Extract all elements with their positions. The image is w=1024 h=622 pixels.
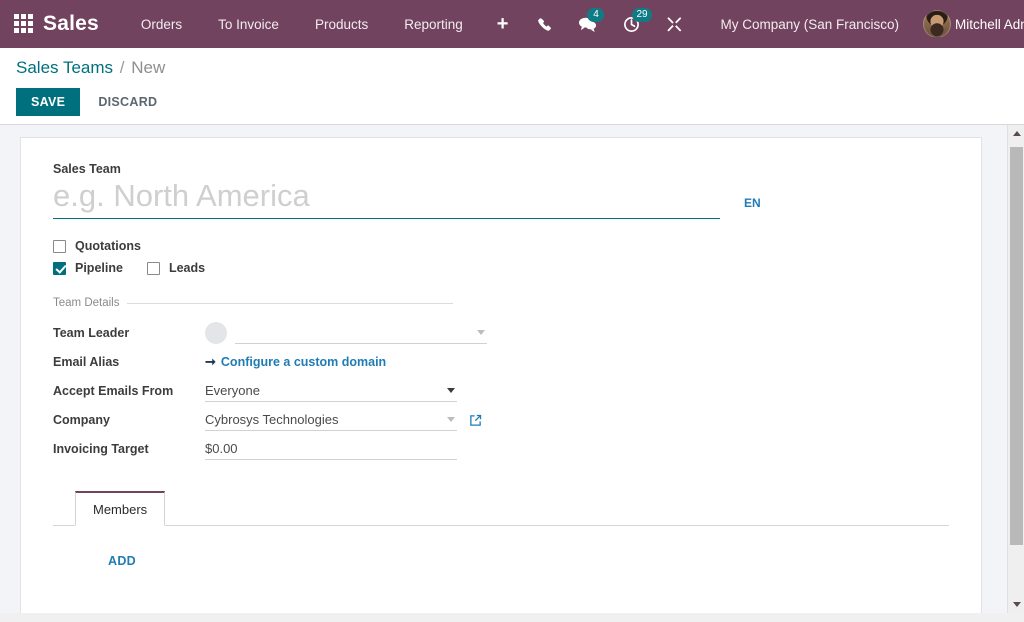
form-action-buttons: SAVE DISCARD	[16, 88, 1008, 116]
main-menu: Orders To Invoice Products Reporting +	[123, 14, 525, 34]
user-menu[interactable]: Mitchell Admin	[915, 10, 1024, 38]
team-leader-field	[205, 322, 487, 344]
messaging-icon[interactable]: 4	[565, 0, 610, 48]
configure-custom-domain-link[interactable]: ➞ Configure a custom domain	[205, 354, 386, 370]
section-divider	[127, 303, 453, 304]
members-tab-panel: ADD	[53, 526, 949, 570]
control-panel: Sales Teams / New SAVE DISCARD	[0, 48, 1024, 125]
breadcrumb-current: New	[131, 58, 165, 77]
notebook-tabs: Members	[53, 491, 949, 526]
configure-custom-domain-label: Configure a custom domain	[221, 355, 386, 369]
team-leader-input[interactable]	[235, 325, 487, 340]
chevron-down-icon[interactable]	[477, 330, 485, 335]
app-brand-sales[interactable]: Sales	[43, 12, 99, 36]
invoicing-target-input[interactable]: $0.00	[205, 438, 457, 460]
title-row: EN	[53, 178, 949, 219]
sales-team-label: Sales Team	[53, 162, 949, 176]
row-company: Company Cybrosys Technologies	[53, 406, 949, 434]
messaging-badge: 4	[587, 8, 604, 22]
tab-members[interactable]: Members	[75, 491, 165, 526]
menu-item-to-invoice[interactable]: To Invoice	[200, 17, 297, 32]
company-label: Company	[53, 413, 205, 427]
activities-icon[interactable]: 29	[610, 0, 653, 48]
row-accept-emails-from: Accept Emails From Everyone	[53, 377, 949, 405]
user-name-label: Mitchell Admin	[955, 17, 1024, 32]
leads-label[interactable]: Leads	[169, 261, 205, 275]
checkbox-row-quotations: Quotations	[53, 239, 949, 253]
scroll-down-arrow-icon[interactable]	[1008, 596, 1024, 613]
company-m2o[interactable]: Cybrosys Technologies	[205, 409, 457, 431]
team-details-rows: Team Leader Email Alias ➞ Configure a cu…	[53, 319, 949, 463]
notebook: Members ADD	[53, 491, 949, 570]
phone-icon[interactable]	[524, 0, 565, 48]
external-link-icon[interactable]	[469, 414, 482, 427]
team-leader-label: Team Leader	[53, 326, 205, 340]
accept-emails-from-field: Everyone	[205, 380, 457, 402]
accept-emails-from-select[interactable]: Everyone	[205, 380, 457, 402]
activities-badge: 29	[632, 8, 651, 22]
company-value: Cybrosys Technologies	[205, 412, 457, 427]
user-avatar	[923, 10, 951, 38]
top-navbar: Sales Orders To Invoice Products Reporti…	[0, 0, 1024, 48]
checkbox-row-pipeline-leads: Pipeline Leads	[53, 261, 949, 275]
row-invoicing-target: Invoicing Target $0.00	[53, 435, 949, 463]
form-sheet: Sales Team EN Quotations Pipeline Leads …	[20, 137, 982, 613]
content-area: Sales Team EN Quotations Pipeline Leads …	[0, 125, 1024, 613]
current-company[interactable]: My Company (San Francisco)	[696, 17, 915, 32]
vertical-scrollbar[interactable]	[1007, 125, 1024, 613]
company-field: Cybrosys Technologies	[205, 409, 482, 431]
leads-checkbox[interactable]	[147, 262, 160, 275]
team-leader-avatar-placeholder	[205, 322, 227, 344]
scroll-up-arrow-icon[interactable]	[1008, 125, 1024, 142]
discard-button[interactable]: DISCARD	[88, 88, 167, 116]
email-alias-field: ➞ Configure a custom domain	[205, 354, 386, 370]
chevron-down-icon[interactable]	[447, 417, 455, 422]
arrow-right-icon: ➞	[205, 354, 216, 370]
language-tag[interactable]: EN	[744, 196, 761, 210]
team-details-section-header: Team Details	[53, 297, 453, 309]
sales-team-name-input[interactable]	[53, 178, 720, 219]
accept-emails-from-label: Accept Emails From	[53, 384, 205, 398]
breadcrumb-sales-teams[interactable]: Sales Teams	[16, 58, 113, 77]
scrollbar-thumb[interactable]	[1010, 147, 1023, 545]
menu-item-reporting[interactable]: Reporting	[386, 17, 481, 32]
quotations-label[interactable]: Quotations	[75, 239, 141, 253]
invoicing-target-label: Invoicing Target	[53, 442, 205, 456]
menu-item-products[interactable]: Products	[297, 17, 386, 32]
invoicing-target-field: $0.00	[205, 438, 457, 460]
apps-grid-icon[interactable]	[14, 14, 33, 34]
developer-tools-icon[interactable]	[653, 0, 696, 48]
pipeline-checkbox[interactable]	[53, 262, 66, 275]
team-leader-m2o[interactable]	[235, 322, 487, 344]
row-team-leader: Team Leader	[53, 319, 949, 347]
save-button[interactable]: SAVE	[16, 88, 80, 116]
breadcrumb-separator: /	[118, 58, 127, 77]
team-details-title: Team Details	[53, 297, 127, 309]
row-email-alias: Email Alias ➞ Configure a custom domain	[53, 348, 949, 376]
systray: 4 29 My Company (San Francisco) Mitchell…	[524, 0, 1024, 48]
add-member-link[interactable]: ADD	[108, 554, 136, 568]
title-input-wrap	[53, 178, 720, 219]
feature-checkboxes: Quotations Pipeline Leads	[53, 239, 949, 275]
email-alias-label: Email Alias	[53, 355, 205, 369]
breadcrumb: Sales Teams / New	[16, 58, 1008, 78]
pipeline-label[interactable]: Pipeline	[75, 261, 123, 275]
quotations-checkbox[interactable]	[53, 240, 66, 253]
menu-item-orders[interactable]: Orders	[123, 17, 200, 32]
add-menu-plus-icon[interactable]: +	[481, 14, 525, 34]
chevron-down-icon[interactable]	[447, 388, 455, 393]
accept-emails-from-value: Everyone	[205, 383, 457, 398]
